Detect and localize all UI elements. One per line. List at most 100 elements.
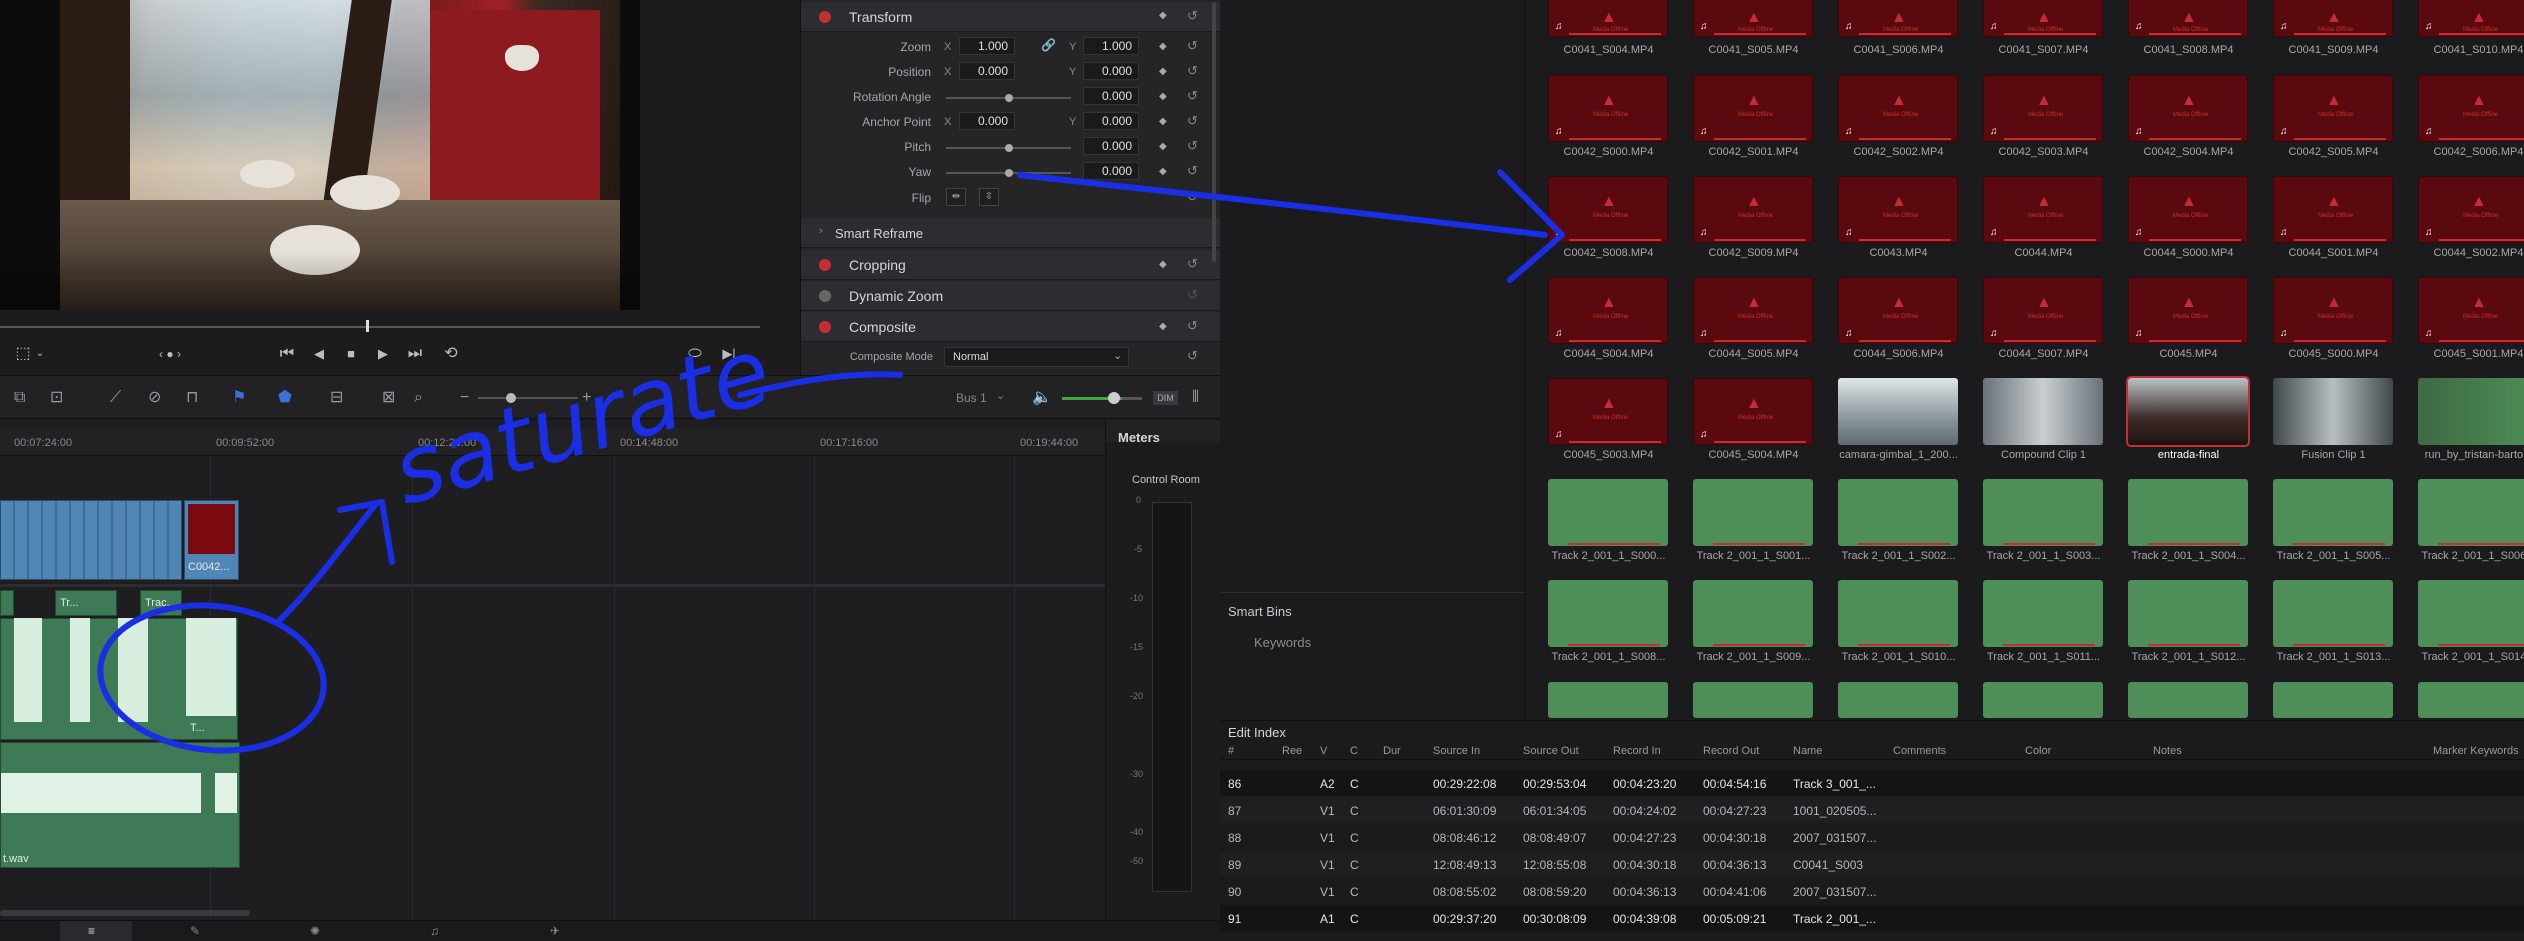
next-frame-icon[interactable]: ▶| — [714, 334, 744, 374]
media-clip-name[interactable]: C0044_S007.MP4 — [1971, 348, 2116, 360]
keyframe-icon[interactable]: ◆ — [1159, 141, 1167, 152]
media-thumbnail[interactable]: ▲ Media Offline ♫ — [1693, 378, 1813, 445]
media-clip-name[interactable]: Track 2_001_1_S012... — [2116, 651, 2261, 663]
flag-icon[interactable]: ⚑ — [232, 376, 246, 420]
media-clip-name[interactable]: C0042_S005.MP4 — [2261, 146, 2406, 158]
media-clip-name[interactable]: C0045_S000.MP4 — [2261, 348, 2406, 360]
timeline-view-icon[interactable]: ⧉ — [14, 376, 25, 420]
media-thumbnail[interactable]: ▲ Media Offline ♫ — [1693, 176, 1813, 243]
media-clip-name[interactable]: Track 2_001_1_S008... — [1536, 651, 1681, 663]
zoom-x-field[interactable]: 1.000 — [959, 37, 1015, 55]
volume-slider-knob[interactable] — [1108, 392, 1120, 404]
media-thumbnail[interactable] — [2273, 479, 2393, 546]
media-thumbnail[interactable]: ▲ Media Offline ♫ — [1548, 378, 1668, 445]
media-thumbnail[interactable]: ▲ Media Offline ♫ — [1548, 176, 1668, 243]
reset-icon[interactable]: ↺ — [1187, 63, 1198, 79]
media-clip-name[interactable]: C0041_S005.MP4 — [1681, 44, 1826, 56]
media-clip-name[interactable]: camara-gimbal_1_200... — [1826, 449, 1971, 461]
keyframe-icon[interactable]: ◆ — [1159, 66, 1167, 77]
media-thumbnail[interactable] — [1548, 580, 1668, 647]
media-thumbnail[interactable]: ▲ Media Offline ♫ — [1693, 0, 1813, 37]
media-clip-name[interactable]: Compound Clip 1 — [1971, 449, 2116, 461]
media-clip-name[interactable]: C0041_S010.MP4 — [2406, 44, 2524, 56]
media-clip-name[interactable]: C0044_S002.MP4 — [2406, 247, 2524, 259]
edit-mode-icon[interactable]: ⊡ — [50, 376, 63, 420]
audio-clip[interactable]: Trac... — [140, 590, 182, 616]
zoom-y-field[interactable]: 1.000 — [1083, 37, 1139, 55]
media-thumbnail[interactable] — [2418, 580, 2524, 647]
audio-clip[interactable] — [0, 590, 14, 616]
media-clip-name[interactable]: C0044_S006.MP4 — [1826, 348, 1971, 360]
media-thumbnail[interactable]: ▲ Media Offline ♫ — [2418, 176, 2524, 243]
color-page-icon[interactable]: ✺ — [310, 924, 320, 938]
media-clip-name[interactable]: C0041_S006.MP4 — [1826, 44, 1971, 56]
reset-icon[interactable]: ↺ — [1187, 88, 1198, 104]
media-thumbnail[interactable]: ▲ Media Offline ♫ — [2128, 0, 2248, 37]
rotation-angle-field[interactable]: 0.000 — [1083, 87, 1139, 105]
media-clip-name[interactable]: C0044_S000.MP4 — [2116, 247, 2261, 259]
media-thumbnail[interactable] — [2128, 682, 2248, 718]
media-thumbnail[interactable]: ▲ Media Offline ♫ — [1548, 75, 1668, 142]
media-clip-name[interactable]: C0042_S006.MP4 — [2406, 146, 2524, 158]
timeline-scrollbar[interactable] — [0, 910, 250, 916]
media-thumbnail[interactable]: ▲ Media Offline ♫ — [1693, 75, 1813, 142]
zoom-slider-knob[interactable] — [506, 393, 516, 403]
loop-icon[interactable]: ⟲ — [436, 334, 466, 374]
reset-icon[interactable]: ↺ — [1187, 348, 1198, 364]
media-clip-name[interactable]: C0044_S004.MP4 — [1536, 348, 1681, 360]
media-clip-name[interactable]: C0042_S001.MP4 — [1681, 146, 1826, 158]
media-clip-name[interactable]: C0042_S003.MP4 — [1971, 146, 2116, 158]
media-thumbnail[interactable]: ▲ Media Offline ♫ — [1693, 277, 1813, 344]
media-clip-name[interactable]: Track 2_001_1_S004... — [2116, 550, 2261, 562]
track-separator[interactable] — [0, 584, 1105, 587]
column-header[interactable]: Source In — [1433, 745, 1480, 757]
media-clip-name[interactable]: C0045_S004.MP4 — [1681, 449, 1826, 461]
zoom-in-icon[interactable]: + — [582, 376, 591, 420]
media-thumbnail[interactable] — [1838, 682, 1958, 718]
marker-icon[interactable]: ⬟ — [278, 376, 292, 420]
media-thumbnail[interactable] — [1548, 682, 1668, 718]
media-thumbnail[interactable] — [1548, 479, 1668, 546]
enable-toggle-icon[interactable] — [819, 11, 831, 23]
media-thumbnail[interactable] — [1983, 479, 2103, 546]
enable-toggle-icon[interactable] — [819, 321, 831, 333]
table-row[interactable]: 90 V1 C 08:08:55:02 08:08:59:20 00:04:36:13 00… — [1220, 878, 2524, 905]
media-clip-name[interactable]: C0044_S005.MP4 — [1681, 348, 1826, 360]
viewer[interactable] — [0, 0, 640, 310]
media-thumbnail[interactable] — [1693, 682, 1813, 718]
anchor-x-field[interactable]: 0.000 — [959, 112, 1015, 130]
media-clip-name[interactable]: C0042_S004.MP4 — [2116, 146, 2261, 158]
media-thumbnail[interactable] — [2273, 682, 2393, 718]
media-clip-name[interactable]: Track 2_001_1_S011... — [1971, 651, 2116, 663]
media-thumbnail[interactable]: ▲ Media Offline ♫ — [1983, 176, 2103, 243]
media-thumbnail[interactable] — [1983, 682, 2103, 718]
reset-icon[interactable]: ↺ — [1187, 113, 1198, 129]
media-thumbnail[interactable]: ▲ Media Offline ♫ — [1983, 277, 2103, 344]
timeline-ruler[interactable]: 00:07:24:00 00:09:52:00 00:12:20:00 00:1… — [0, 428, 1105, 456]
media-thumbnail[interactable]: ▲ Media Offline ♫ — [1983, 0, 2103, 37]
timecode-nav[interactable]: ‹ ● › — [145, 334, 195, 374]
page-tab-edit[interactable]: ≡ — [60, 921, 132, 941]
keyframe-icon[interactable]: ◆ — [1159, 91, 1167, 102]
media-thumbnail[interactable] — [2418, 378, 2524, 445]
cropping-header[interactable]: Cropping ◆ ↺ — [801, 250, 1221, 280]
media-clip-name[interactable]: C0042_S008.MP4 — [1536, 247, 1681, 259]
reset-icon[interactable]: ↺ — [1187, 189, 1198, 205]
table-row[interactable]: 91 A1 C 00:29:37:20 00:30:08:09 00:04:39:08 00… — [1220, 905, 2524, 932]
speaker-icon[interactable]: 🔈 — [1032, 376, 1052, 420]
anchor-y-field[interactable]: 0.000 — [1083, 112, 1139, 130]
media-thumbnail[interactable]: ▲ Media Offline ♫ — [2418, 75, 2524, 142]
media-thumbnail[interactable]: ▲ Media Offline ♫ — [2418, 277, 2524, 344]
media-thumbnail[interactable]: ▲ Media Offline ♫ — [2128, 277, 2248, 344]
video-clip[interactable]: C0042... — [184, 500, 239, 580]
play-icon[interactable]: ▶ — [368, 334, 398, 374]
fairlight-page-icon[interactable]: ♫ — [430, 924, 439, 938]
media-clip-name[interactable]: Track 2_001_1_S002... — [1826, 550, 1971, 562]
dim-button[interactable]: DIM — [1153, 391, 1178, 405]
media-thumbnail[interactable] — [1983, 378, 2103, 445]
media-clip-name[interactable]: C0044_S001.MP4 — [2261, 247, 2406, 259]
media-clip-name[interactable]: C0045.MP4 — [2116, 348, 2261, 360]
jump-end-icon[interactable]: ⏭ — [400, 334, 430, 374]
media-clip-name[interactable]: Track 2_001_1_S000... — [1536, 550, 1681, 562]
media-thumbnail[interactable] — [1838, 479, 1958, 546]
